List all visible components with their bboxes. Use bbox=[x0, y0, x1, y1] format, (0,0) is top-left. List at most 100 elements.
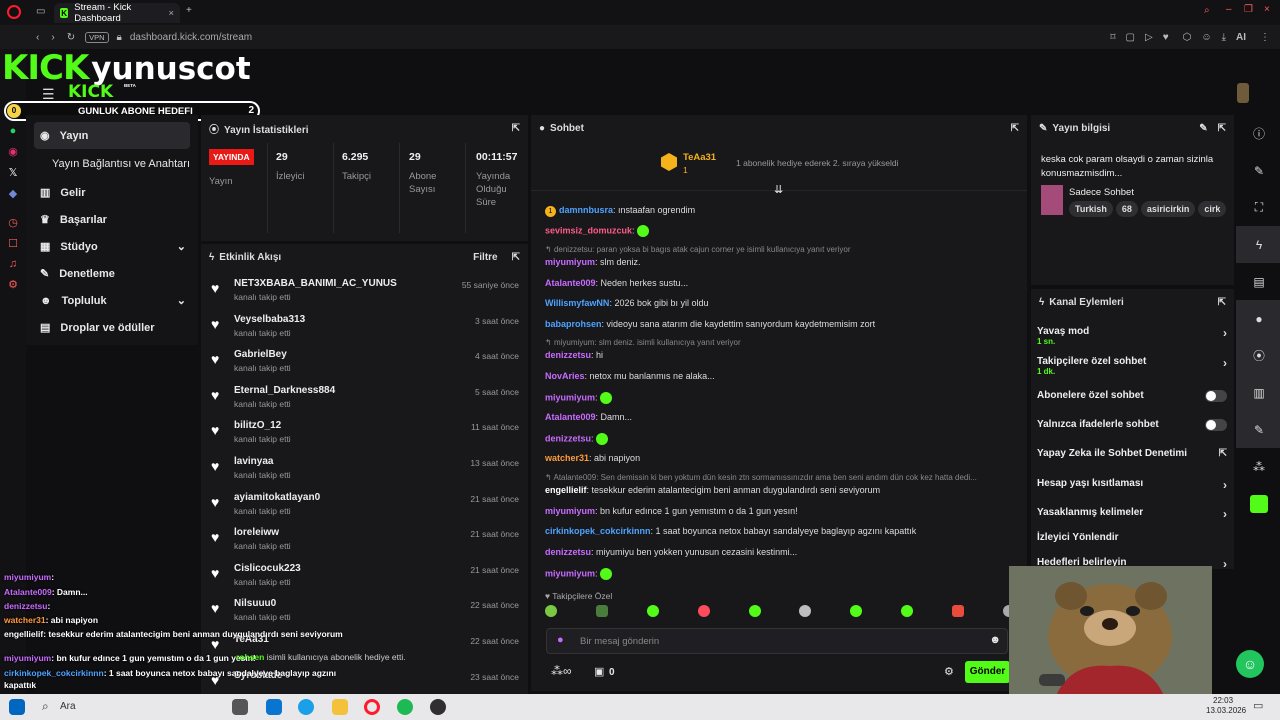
activity-user[interactable]: lavinyaa bbox=[234, 456, 273, 467]
filter-button[interactable]: Filtre bbox=[473, 252, 497, 263]
chat-username[interactable]: Atalante009 bbox=[545, 278, 596, 288]
tag[interactable]: 68 bbox=[1115, 201, 1138, 217]
nav-item-stream[interactable]: ◉ Yayın bbox=[34, 122, 190, 149]
back-icon[interactable]: ‹ bbox=[36, 32, 39, 43]
popout-icon[interactable]: ⇱ bbox=[512, 252, 520, 263]
chat-settings-icon[interactable]: ⚙ bbox=[944, 665, 954, 678]
emote-icon[interactable] bbox=[646, 605, 659, 617]
broadcast-icon[interactable]: ⦿ bbox=[1236, 337, 1280, 374]
channel-action-row[interactable]: Takipçilere özel sohbet 1 dk. › bbox=[1037, 356, 1227, 376]
tag[interactable]: asiricirkin bbox=[1140, 201, 1196, 217]
channel-action-row[interactable]: Yavaş mod 1 sn. › bbox=[1037, 326, 1227, 346]
chat-username[interactable]: WillismyfawNN bbox=[545, 298, 609, 308]
nav-item-stream-key[interactable]: Yayın Bağlantısı ve Anahtarı bbox=[26, 149, 198, 179]
profile-icon[interactable]: ☺ bbox=[1201, 32, 1211, 43]
channel-action-row[interactable]: Hesap yaşı kısıtlaması › bbox=[1037, 478, 1227, 492]
nav-item-community[interactable]: ☻ Topluluk ⌄ bbox=[26, 287, 198, 314]
share-icon[interactable]: ⁂ bbox=[1236, 448, 1280, 485]
chat-username[interactable]: damnnbusra bbox=[559, 205, 613, 215]
chat-username[interactable]: NovAries bbox=[545, 371, 585, 381]
url-field[interactable]: dashboard.kick.com/stream bbox=[130, 32, 252, 43]
channel-points-icon[interactable]: ⁂∞ bbox=[551, 664, 572, 678]
channel-action-row[interactable]: İzleyici Yönlendir bbox=[1037, 532, 1227, 543]
document-icon[interactable]: ▤ bbox=[1236, 263, 1280, 300]
tab-close-icon[interactable]: × bbox=[168, 8, 174, 19]
channel-action-row[interactable]: Yapay Zeka ile Sohbet Denetimi ⇱ bbox=[1037, 448, 1227, 459]
chat-username[interactable]: babaprohsen bbox=[545, 319, 602, 329]
taskbar-search-icon[interactable]: ⌕ bbox=[42, 699, 49, 714]
fullscreen-icon[interactable]: ⛶ bbox=[1236, 189, 1280, 226]
mail-icon[interactable] bbox=[266, 699, 282, 715]
support-chat-icon[interactable]: ☺ bbox=[1236, 650, 1264, 678]
clock-date[interactable]: 13.03.2026 bbox=[1206, 706, 1246, 715]
popout-icon[interactable]: ⇱ bbox=[1011, 123, 1019, 134]
taskbar-search[interactable]: Ara bbox=[60, 701, 76, 712]
category-name[interactable]: Sadece Sohbet bbox=[1069, 187, 1134, 198]
heart-icon[interactable]: ♥ bbox=[1163, 32, 1169, 43]
bookmark-icon[interactable]: ⌑ bbox=[1110, 32, 1115, 43]
chat-username[interactable]: Atalante009 bbox=[545, 412, 596, 422]
forward-icon[interactable]: › bbox=[51, 32, 54, 43]
chat-username[interactable]: watcher31 bbox=[545, 453, 589, 463]
menu-icon[interactable]: ⋮ bbox=[1260, 32, 1270, 43]
edge-icon[interactable] bbox=[298, 699, 314, 715]
chat-username[interactable]: miyumiyum bbox=[545, 506, 595, 516]
popout-icon[interactable]: ⇱ bbox=[512, 123, 520, 134]
emote-icon[interactable] bbox=[850, 605, 863, 617]
nav-item-moderation[interactable]: ✎ Denetleme bbox=[26, 260, 198, 287]
notification-icon[interactable]: ▭ bbox=[1253, 699, 1263, 712]
nav-item-revenue[interactable]: ▥ Gelir bbox=[26, 179, 198, 206]
emote-icon[interactable] bbox=[952, 605, 964, 617]
channel-action-row[interactable]: Abonelere özel sohbet bbox=[1037, 390, 1227, 402]
obs-icon[interactable] bbox=[430, 699, 446, 715]
opera-icon[interactable] bbox=[364, 699, 380, 715]
activity-user[interactable]: GabrielBey bbox=[234, 349, 287, 360]
channel-action-row[interactable]: Yalnızca ifadelerle sohbet bbox=[1037, 419, 1227, 431]
windows-start-icon[interactable] bbox=[9, 699, 25, 715]
chat-username[interactable]: denizzetsu bbox=[545, 350, 591, 360]
activity-user[interactable]: loreleiww bbox=[234, 527, 279, 538]
reload-icon[interactable]: ↻ bbox=[67, 32, 75, 43]
bolt-icon[interactable]: ϟ bbox=[1236, 226, 1280, 263]
activity-user[interactable]: NET3XBABA_BANIMI_AC_YUNUS bbox=[234, 278, 397, 289]
explorer-icon[interactable] bbox=[332, 699, 348, 715]
emote-icon[interactable] bbox=[545, 605, 557, 617]
history-icon[interactable]: ◷ bbox=[0, 216, 26, 229]
activity-user[interactable]: bilitzO_12 bbox=[234, 420, 281, 431]
wrench-icon[interactable]: ✎ bbox=[1236, 411, 1280, 448]
vpn-badge[interactable]: VPN bbox=[85, 31, 109, 43]
spotify-icon[interactable] bbox=[397, 699, 413, 715]
ai-button[interactable]: AI bbox=[1236, 32, 1246, 43]
chat-username[interactable]: denizzetsu bbox=[545, 547, 591, 557]
chat-icon[interactable]: ● bbox=[1236, 300, 1280, 337]
instagram-icon[interactable]: ◉ bbox=[0, 145, 26, 158]
popout-icon[interactable]: ⇱ bbox=[1218, 123, 1226, 134]
tab-list-icon[interactable]: ▭ bbox=[36, 6, 45, 17]
nav-item-achievements[interactable]: ♛ Başarılar bbox=[26, 206, 198, 233]
info-icon[interactable]: ⓘ bbox=[1236, 115, 1280, 152]
play-icon[interactable]: ▷ bbox=[1145, 32, 1153, 43]
activity-user[interactable]: Eternal_Darkness884 bbox=[234, 385, 335, 396]
channel-action-row[interactable]: Yasaklanmış kelimeler › bbox=[1037, 507, 1227, 521]
activity-user[interactable]: Veyselbaba313 bbox=[234, 314, 305, 325]
emote-icon[interactable] bbox=[799, 605, 812, 617]
extensions-icon[interactable]: ⬡ bbox=[1183, 32, 1192, 43]
chat-username[interactable]: cirkinkopek_cokcirkinnn bbox=[545, 526, 651, 536]
emote-icon[interactable] bbox=[595, 605, 608, 617]
chat-username[interactable]: miyumiyum bbox=[545, 392, 595, 402]
popout-icon[interactable]: ⇱ bbox=[1218, 297, 1226, 308]
new-tab-icon[interactable]: + bbox=[186, 5, 192, 16]
edit-icon[interactable]: ✎ bbox=[1236, 152, 1280, 189]
close-icon[interactable]: × bbox=[1264, 4, 1270, 15]
opera-logo-icon[interactable] bbox=[7, 5, 21, 19]
edit-icon[interactable]: ✎ bbox=[1199, 123, 1207, 134]
chat-username[interactable]: engellielif bbox=[545, 485, 587, 495]
send-button[interactable]: Gönder bbox=[965, 661, 1010, 683]
toggle-switch[interactable] bbox=[1205, 390, 1227, 402]
emote-icon[interactable] bbox=[697, 605, 710, 617]
tag[interactable]: cirk bbox=[1198, 201, 1227, 217]
player-icon[interactable]: ♫ bbox=[0, 258, 26, 270]
chat-username[interactable]: miyumiyum bbox=[545, 568, 595, 578]
user-avatar[interactable] bbox=[1237, 83, 1249, 103]
task-view-icon[interactable] bbox=[232, 699, 248, 715]
